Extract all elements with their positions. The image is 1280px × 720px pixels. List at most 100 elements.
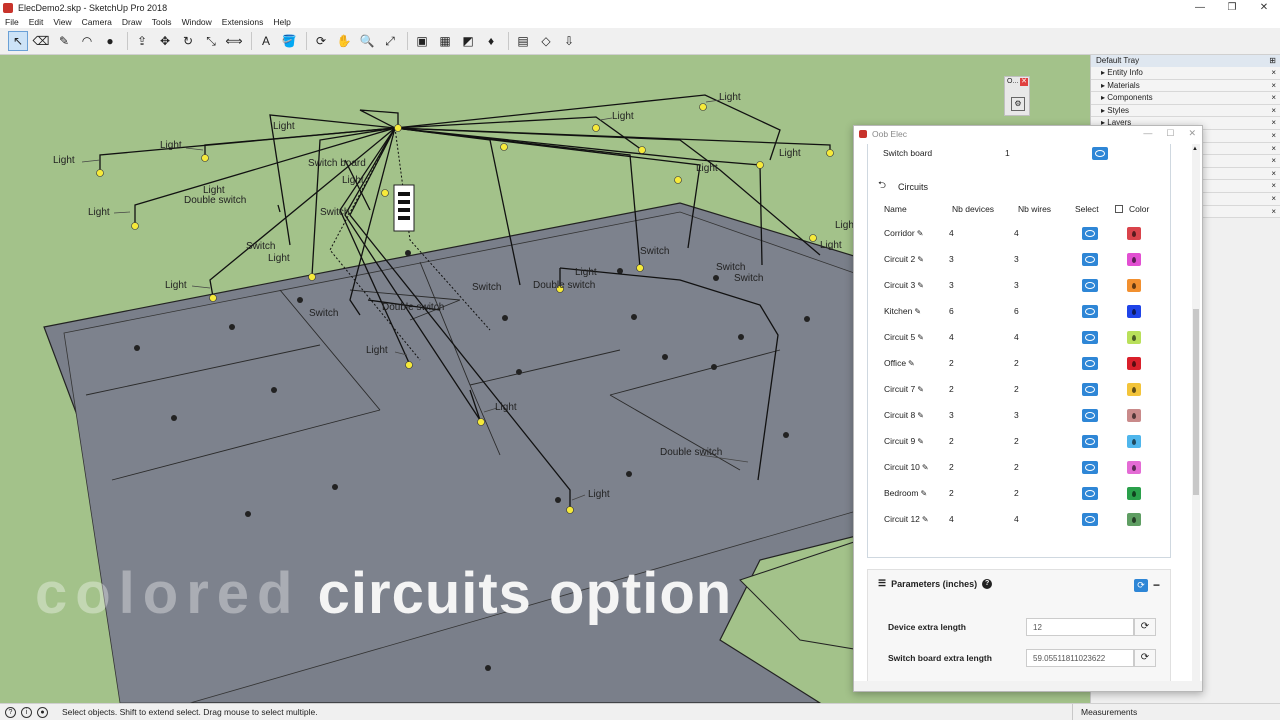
select-circuit-button[interactable] [1082,383,1098,396]
section-plane-icon[interactable]: ▤ [513,31,533,51]
select-switch-board-button[interactable] [1092,147,1108,160]
edit-pencil-icon[interactable]: ✎ [922,515,929,524]
zoom-icon[interactable]: 🔍 [357,31,377,51]
edit-pencil-icon[interactable]: ✎ [917,255,924,264]
close-icon[interactable]: × [1271,206,1276,219]
scroll-up-arrow-icon[interactable]: ▲ [1192,146,1198,152]
text-icon[interactable]: A [256,31,276,51]
circuit-color-swatch[interactable] [1127,227,1141,240]
device-extra-length-input[interactable]: 12 [1026,618,1134,636]
mini-toolbar-window[interactable]: O... ✕ ⚙ [1004,76,1030,116]
select-circuit-button[interactable] [1082,409,1098,422]
tray-item[interactable]: ▸ Materials × [1091,79,1280,93]
menu-draw[interactable]: Draw [117,17,147,27]
edit-pencil-icon[interactable]: ✎ [917,385,924,394]
circuit-color-swatch[interactable] [1127,461,1141,474]
menu-camera[interactable]: Camera [77,17,117,27]
select-circuit-button[interactable] [1082,253,1098,266]
scrollbar-thumb[interactable] [1193,309,1199,495]
menu-help[interactable]: Help [268,17,295,27]
switch-board-extra-length-reset-button[interactable]: ⟳ [1134,649,1156,667]
dialog-hscrollbar[interactable] [854,681,1202,691]
extension-warehouse-icon[interactable]: ▦ [435,31,455,51]
menu-extensions[interactable]: Extensions [217,17,269,27]
select-circuit-button[interactable] [1082,227,1098,240]
collapse-button[interactable]: − [1153,578,1160,592]
pencil-icon[interactable]: ✎ [54,31,74,51]
edit-pencil-icon[interactable]: ✎ [922,463,929,472]
menu-tools[interactable]: Tools [147,17,177,27]
edit-pencil-icon[interactable]: ✎ [914,307,921,316]
circuit-color-swatch[interactable] [1127,435,1141,448]
shape-icon[interactable]: ● [100,31,120,51]
tray-pin-icon[interactable]: ⊞ [1269,55,1276,67]
circuit-color-swatch[interactable] [1127,253,1141,266]
orbit-icon[interactable]: ⟳ [311,31,331,51]
close-icon[interactable]: × [1271,92,1276,105]
move-icon[interactable]: ✥ [155,31,175,51]
dialog-close-button[interactable]: ✕ [1188,128,1196,139]
circuit-color-swatch[interactable] [1127,383,1141,396]
oob-elec-icon[interactable]: ⚙ [1011,97,1025,111]
edit-pencil-icon[interactable]: ✎ [917,411,924,420]
tray-item[interactable]: ▸ Entity Info × [1091,67,1280,80]
edit-pencil-icon[interactable]: ✎ [917,281,924,290]
arc-icon[interactable]: ◠ [77,31,97,51]
circuit-color-swatch[interactable] [1127,513,1141,526]
close-icon[interactable]: × [1271,80,1276,93]
circuit-color-swatch[interactable] [1127,305,1141,318]
close-icon[interactable]: × [1271,180,1276,193]
select-circuit-button[interactable] [1082,357,1098,370]
dialog-maximize-button[interactable]: ☐ [1166,128,1174,139]
measurements-box[interactable]: Measurements [1072,704,1137,720]
mini-close-button[interactable]: ✕ [1020,78,1028,86]
close-icon[interactable]: × [1271,168,1276,181]
rotate-icon[interactable]: ↻ [178,31,198,51]
edit-pencil-icon[interactable]: ✎ [908,359,915,368]
close-icon[interactable]: × [1271,155,1276,168]
scale-icon[interactable]: ⤡ [201,31,221,51]
edit-pencil-icon[interactable]: ✎ [917,229,924,238]
refresh-button[interactable]: ⟳ [1133,578,1148,592]
tray-item[interactable]: ▸ Components × [1091,92,1280,105]
tray-item[interactable]: ▸ Styles × [1091,104,1280,118]
menu-window[interactable]: Window [177,17,217,27]
ruby-icon[interactable]: ♦ [481,31,501,51]
display-section-icon[interactable]: ◇ [536,31,556,51]
select-circuit-button[interactable] [1082,331,1098,344]
select-circuit-button[interactable] [1082,513,1098,526]
color-all-checkbox[interactable] [1115,205,1123,213]
switch-board-extra-length-input[interactable]: 59.05511811023622 [1026,649,1134,667]
zoom-extents-icon[interactable]: ⤢ [380,31,400,51]
edit-pencil-icon[interactable]: ✎ [921,489,928,498]
warehouse-icon[interactable]: ▣ [412,31,432,51]
pan-icon[interactable]: ✋ [334,31,354,51]
circuit-color-swatch[interactable] [1127,357,1141,370]
select-circuit-button[interactable] [1082,487,1098,500]
select-circuit-button[interactable] [1082,279,1098,292]
close-icon[interactable]: × [1271,117,1276,130]
close-icon[interactable]: × [1271,193,1276,206]
circuit-color-swatch[interactable] [1127,279,1141,292]
tape-measure-icon[interactable]: ⟺ [224,31,244,51]
close-icon[interactable]: × [1271,67,1276,80]
edit-pencil-icon[interactable]: ✎ [917,437,924,446]
minimize-button[interactable]: — [1184,0,1216,15]
restore-button[interactable]: ❐ [1216,0,1248,15]
menu-edit[interactable]: Edit [24,17,49,27]
select-icon[interactable]: ↖ [8,31,28,51]
circuit-color-swatch[interactable] [1127,487,1141,500]
select-circuit-button[interactable] [1082,435,1098,448]
edit-pencil-icon[interactable]: ✎ [917,333,924,342]
close-icon[interactable]: × [1271,143,1276,156]
dialog-scrollbar[interactable]: ▲ [1192,144,1200,684]
select-circuit-button[interactable] [1082,461,1098,474]
help-icon[interactable]: ? [982,578,993,589]
close-icon[interactable]: × [1271,130,1276,143]
fill-section-icon[interactable]: ⇩ [559,31,579,51]
menu-view[interactable]: View [48,17,76,27]
device-extra-length-reset-button[interactable]: ⟳ [1134,618,1156,636]
push-pull-icon[interactable]: ⇪ [132,31,152,51]
close-button[interactable]: ✕ [1248,0,1280,15]
layout-icon[interactable]: ◩ [458,31,478,51]
